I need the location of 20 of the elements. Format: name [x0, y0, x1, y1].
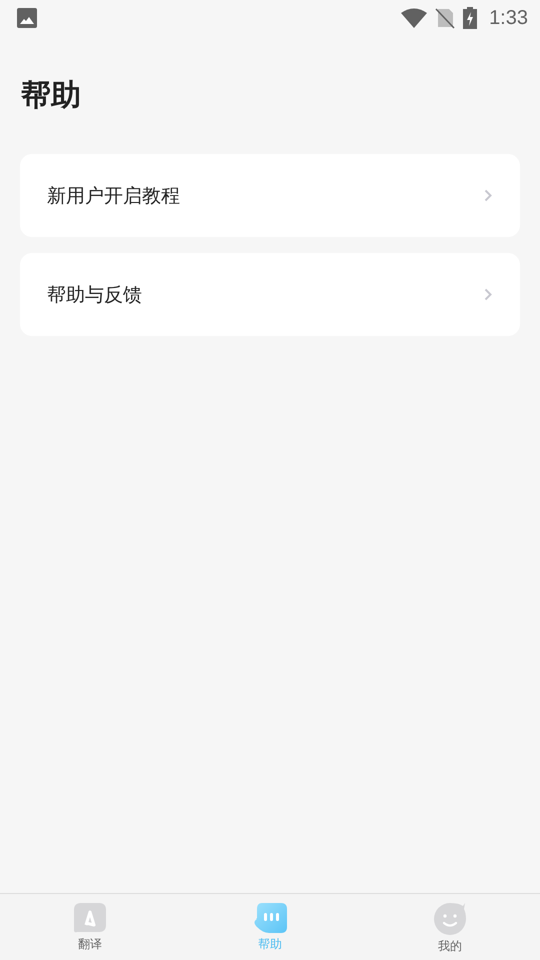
menu-item[interactable]: 新用户开启教程 [20, 154, 520, 237]
tab-label: 我的 [438, 938, 462, 955]
clock-time: 1:33 [489, 6, 528, 30]
menu-item[interactable]: 帮助与反馈 [20, 253, 520, 336]
battery-icon [463, 7, 478, 29]
chevron-right-icon [484, 189, 492, 202]
chat-dots-icon [252, 902, 288, 934]
chevron-right-icon [484, 288, 492, 301]
smiley-icon [433, 902, 467, 936]
chat-letter-icon [73, 902, 107, 934]
wifi-icon [401, 8, 428, 28]
tab[interactable]: 翻译 [0, 894, 180, 960]
no-sim-icon [435, 7, 456, 29]
page-title: 帮助 [21, 77, 82, 115]
menu-item-label: 新用户开启教程 [47, 184, 180, 208]
tab-label: 翻译 [78, 936, 102, 953]
menu-item-label: 帮助与反馈 [47, 282, 142, 308]
tab-label: 帮助 [258, 936, 282, 953]
tab[interactable]: 我的 [360, 894, 540, 960]
image-icon [17, 8, 37, 28]
